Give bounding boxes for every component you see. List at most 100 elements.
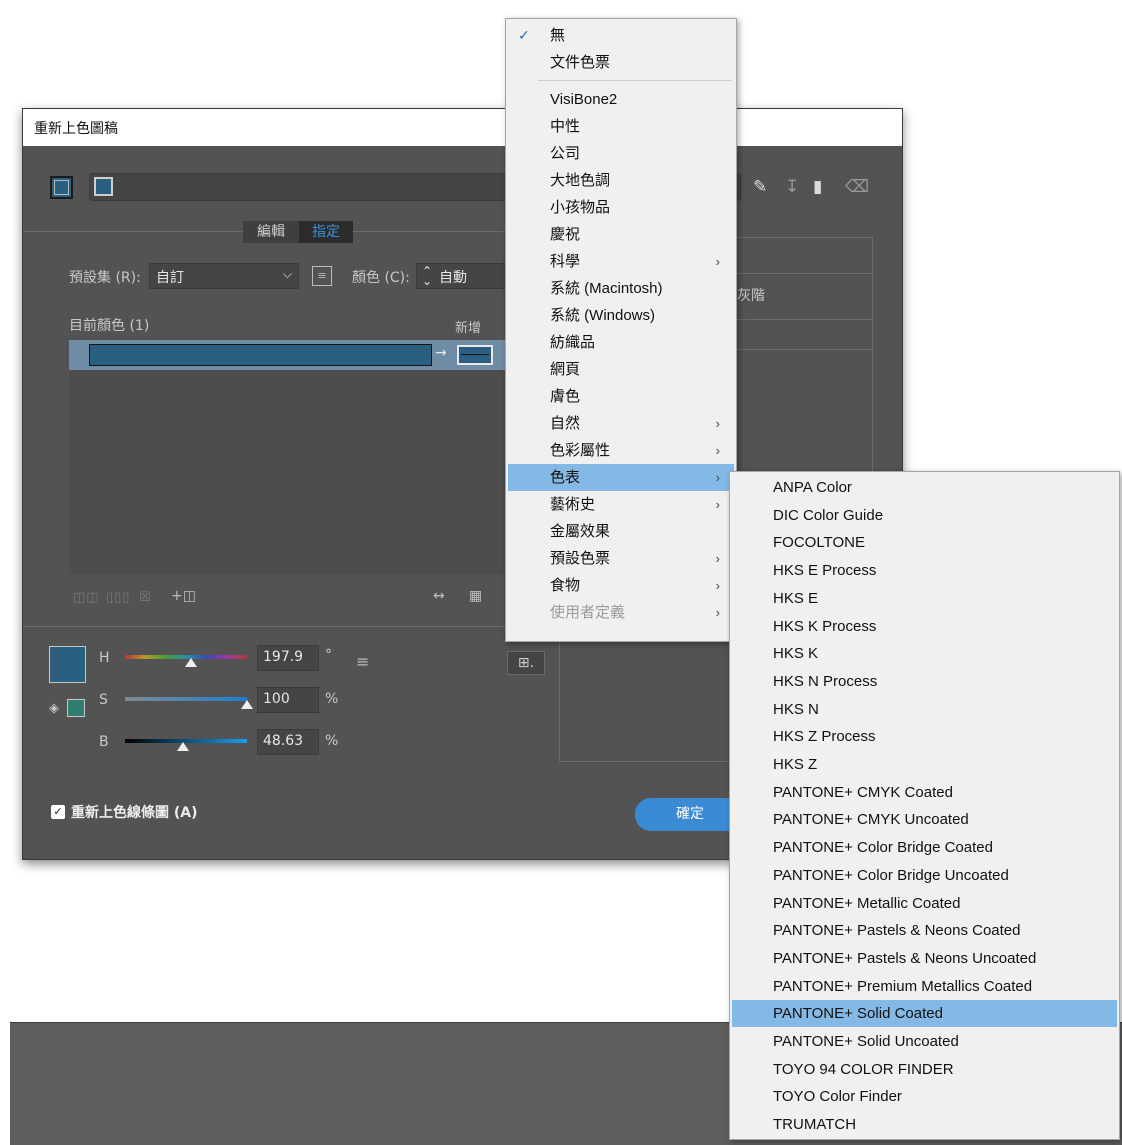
library-menu-item[interactable]: 自然 ›	[508, 410, 734, 437]
library-menu-item[interactable]: 網頁	[508, 356, 734, 383]
chevron-right-icon: ›	[715, 578, 720, 593]
chevron-right-icon: ›	[715, 443, 720, 458]
library-menu-item[interactable]: 公司	[508, 140, 734, 167]
recolor-art-checkbox[interactable]: ✓	[51, 805, 65, 819]
out-of-gamut-swatch[interactable]	[67, 699, 85, 717]
library-menu-item-label: 食物	[550, 577, 581, 594]
library-menu-item[interactable]: 中性	[508, 113, 734, 140]
color-book-item[interactable]: PANTONE+ Color Bridge Coated	[732, 834, 1117, 861]
assign-arrow[interactable]: →	[435, 345, 447, 361]
s-slider-track[interactable]	[125, 697, 247, 701]
merge-colors-icon[interactable]: ◫◫	[73, 590, 100, 605]
color-book-item[interactable]: HKS N	[732, 696, 1117, 723]
h-value-input[interactable]: 197.9	[257, 645, 319, 671]
active-color-swatch[interactable]	[49, 646, 86, 683]
library-menu-item[interactable]: 金屬效果	[508, 518, 734, 545]
chevron-right-icon: ›	[715, 497, 720, 512]
library-menu-item[interactable]: 大地色調	[508, 167, 734, 194]
library-menu-item-label: 公司	[550, 145, 581, 162]
library-menu-item[interactable]: 使用者定義 ›	[508, 599, 734, 626]
color-book-item[interactable]: HKS E	[732, 585, 1117, 612]
color-book-item[interactable]: HKS Z	[732, 751, 1117, 778]
randomly-change-order-icon[interactable]: ↔	[433, 588, 445, 604]
artwork-colors-swatch[interactable]	[50, 176, 73, 199]
library-menu-item[interactable]: 文件色票	[508, 49, 734, 76]
color-book-item[interactable]: HKS N Process	[732, 668, 1117, 695]
color-book-item[interactable]: PANTONE+ Solid Coated	[732, 1000, 1117, 1028]
library-menu-item-label: 色表	[550, 469, 581, 486]
library-menu-item[interactable]: VisiBone2	[508, 86, 734, 113]
chevron-right-icon: ›	[715, 605, 720, 620]
randomly-change-saturation-icon[interactable]: ▦	[469, 588, 482, 604]
library-menu-item[interactable]: 系統 (Windows)	[508, 302, 734, 329]
library-menu-item-label: 網頁	[550, 361, 581, 378]
library-menu-item[interactable]: 紡織品	[508, 329, 734, 356]
preset-options-icon[interactable]: ≡	[312, 266, 332, 286]
library-menu-item[interactable]: 藝術史 ›	[508, 491, 734, 518]
color-book-item[interactable]: PANTONE+ Metallic Coated	[732, 890, 1117, 917]
eyedropper-icon[interactable]: ✎	[753, 177, 767, 197]
color-book-item[interactable]: PANTONE+ Solid Uncoated	[732, 1028, 1117, 1055]
library-menu-item[interactable]: ✓ 無	[508, 22, 734, 49]
color-book-item[interactable]: TOYO 94 COLOR FINDER	[732, 1056, 1117, 1083]
preset-select[interactable]: 自訂 ⌵	[149, 263, 299, 289]
color-book-item[interactable]: HKS Z Process	[732, 723, 1117, 750]
save-changes-icon[interactable]: ↧	[785, 177, 799, 197]
library-menu-item[interactable]: 科學 ›	[508, 248, 734, 275]
library-menu-item[interactable]: 色彩屬性 ›	[508, 437, 734, 464]
toolbar-icons: ✎ ↧ ▮ ⌫	[749, 175, 879, 201]
trash-icon[interactable]: ⌫	[845, 177, 869, 197]
new-column-label: 新增	[455, 321, 482, 336]
new-row-icon[interactable]: +◫	[171, 588, 196, 604]
library-menu-item-label: 預設色票	[550, 550, 611, 567]
color-book-item[interactable]: DIC Color Guide	[732, 502, 1117, 529]
library-menu-item-label: 自然	[550, 415, 581, 432]
s-value-input[interactable]: 100	[257, 687, 319, 713]
library-menu-item[interactable]: 膚色	[508, 383, 734, 410]
h-slider-thumb[interactable]	[185, 658, 197, 667]
library-menu-item[interactable]: 色表 ›	[508, 464, 734, 491]
color-books-submenu: ANPA Color DIC Color Guide FOCOLTONE HKS E …	[729, 471, 1120, 1140]
color-book-item[interactable]: PANTONE+ Pastels & Neons Coated	[732, 917, 1117, 944]
current-color-bar[interactable]	[89, 344, 432, 366]
s-slider-thumb[interactable]	[241, 700, 253, 709]
stepper-icon[interactable]: ⌃ ⌄	[422, 265, 432, 287]
color-book-item[interactable]: HKS K Process	[732, 613, 1117, 640]
color-book-item[interactable]: FOCOLTONE	[732, 529, 1117, 556]
library-menu-item-label: 色彩屬性	[550, 442, 611, 459]
chevron-right-icon: ›	[715, 416, 720, 431]
color-book-item[interactable]: HKS E Process	[732, 557, 1117, 584]
library-menu-item[interactable]: 預設色票 ›	[508, 545, 734, 572]
b-value-input[interactable]: 48.63	[257, 729, 319, 755]
color-book-item[interactable]: PANTONE+ Pastels & Neons Uncoated	[732, 945, 1117, 972]
color-book-item[interactable]: PANTONE+ Premium Metallics Coated	[732, 973, 1117, 1000]
color-book-item[interactable]: HKS K	[732, 640, 1117, 667]
library-menu-item-label: 科學	[550, 253, 581, 270]
tab-assign[interactable]: 指定	[299, 221, 353, 243]
chevron-down-icon: ⌵	[282, 267, 292, 281]
library-menu-item[interactable]: 系統 (Macintosh)	[508, 275, 734, 302]
b-slider-thumb[interactable]	[177, 742, 189, 751]
library-menu-item-label: 膚色	[550, 388, 581, 405]
library-menu-item[interactable]: 食物 ›	[508, 572, 734, 599]
color-book-item[interactable]: PANTONE+ CMYK Coated	[732, 779, 1117, 806]
color-mode-menu-icon[interactable]: ≡	[356, 652, 369, 671]
s-label: S	[99, 692, 108, 708]
exclude-colors-icon[interactable]: ☒	[139, 590, 152, 605]
new-color-swatch[interactable]	[457, 345, 493, 365]
tab-edit[interactable]: 編輯	[243, 221, 299, 243]
color-book-item[interactable]: TOYO Color Finder	[732, 1083, 1117, 1110]
folder-icon[interactable]: ▮	[813, 177, 822, 197]
color-book-item[interactable]: ANPA Color	[732, 474, 1117, 501]
color-group-swatch[interactable]	[94, 177, 113, 196]
library-menu-item-label: 系統 (Windows)	[550, 307, 656, 324]
dialog-titlebar: 重新上色圖稿	[23, 109, 902, 146]
h-label: H	[99, 650, 110, 666]
library-menu-item[interactable]: 小孩物品	[508, 194, 734, 221]
color-library-button[interactable]: ⊞.	[507, 651, 545, 675]
separate-colors-icon[interactable]: ▯▯▯	[106, 590, 130, 605]
color-book-item[interactable]: PANTONE+ CMYK Uncoated	[732, 806, 1117, 833]
color-book-item[interactable]: TRUMATCH	[732, 1111, 1117, 1138]
library-menu-item[interactable]: 慶祝	[508, 221, 734, 248]
color-book-item[interactable]: PANTONE+ Color Bridge Uncoated	[732, 862, 1117, 889]
